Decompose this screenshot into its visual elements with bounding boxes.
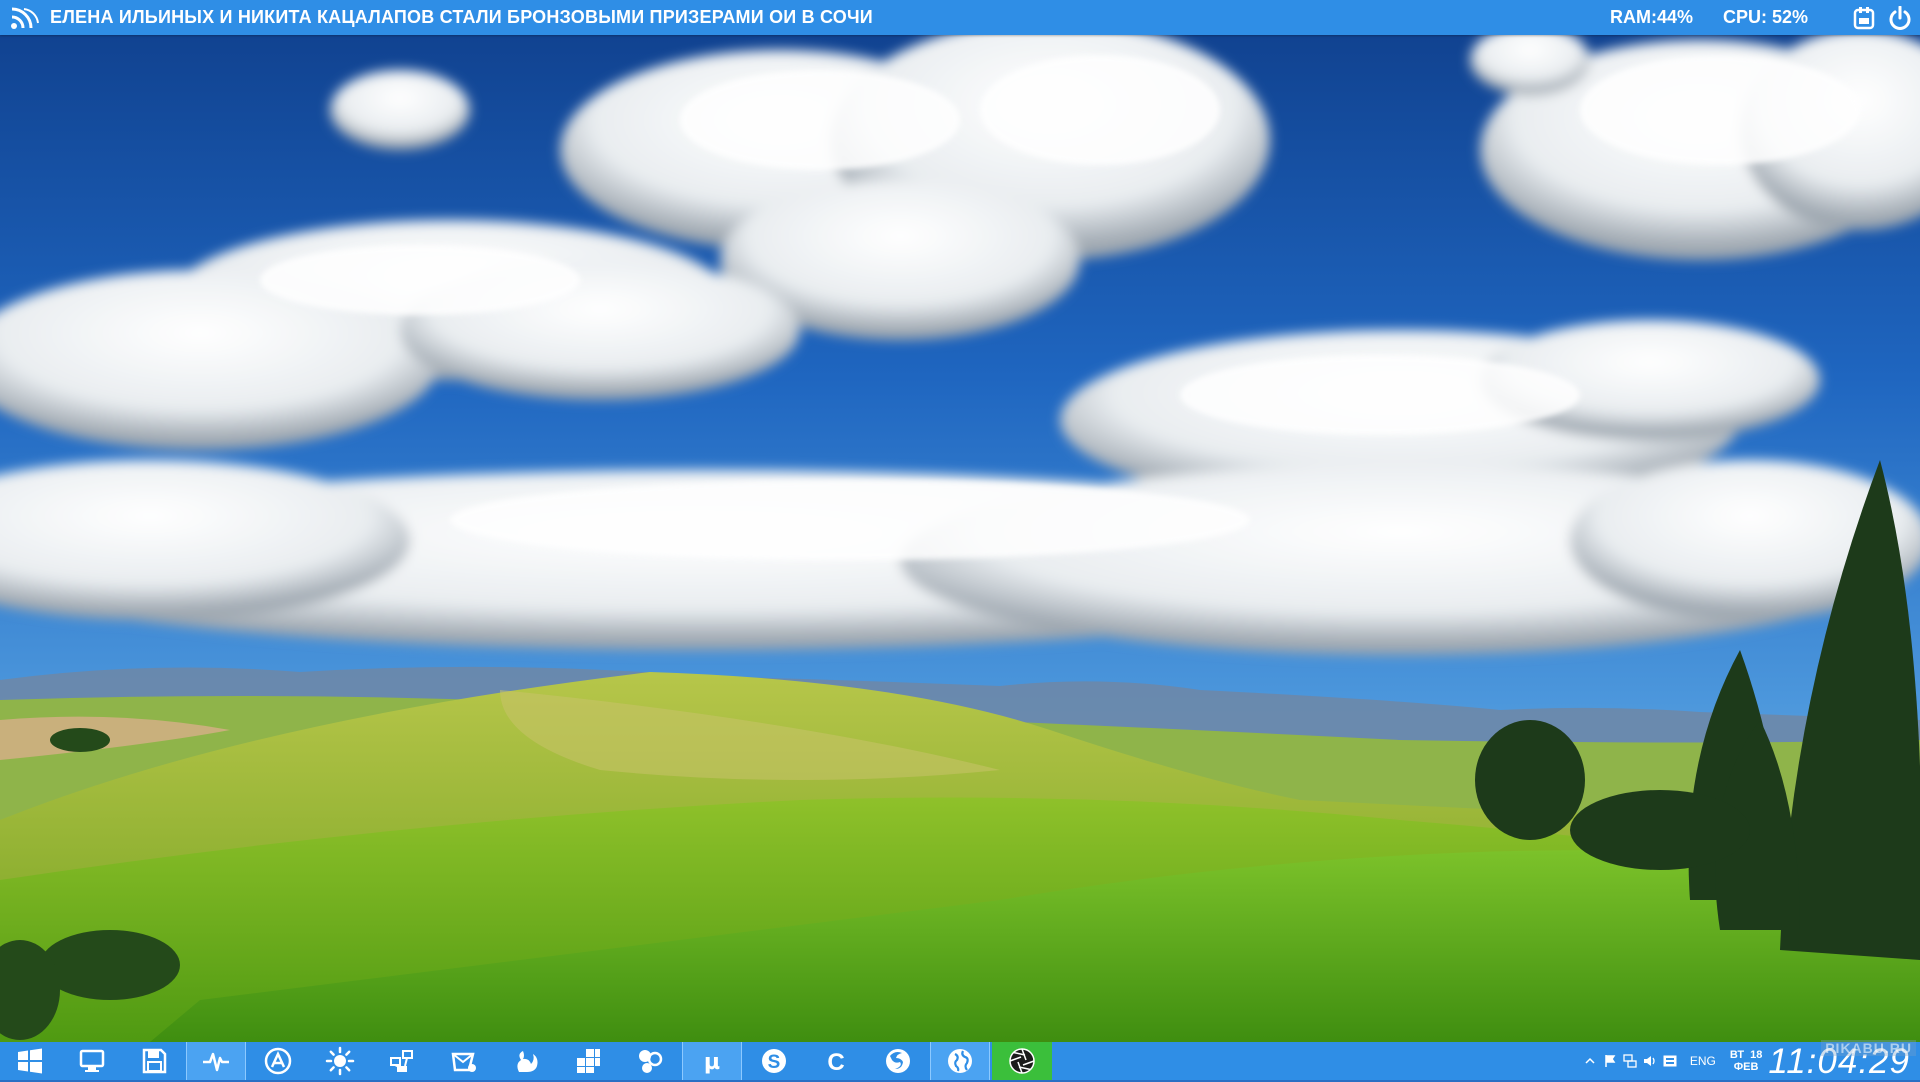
activity-button[interactable] [186,1042,246,1080]
skype-button[interactable]: S [744,1042,804,1080]
day-of-week: ВТ [1729,1049,1745,1061]
desktop-wallpaper [0,0,1920,1080]
skype-icon: S [762,1049,786,1073]
network-icon [390,1050,413,1072]
mail-button[interactable] [434,1042,494,1080]
svg-text:µ: µ [704,1050,720,1075]
calendar-icon[interactable] [1850,4,1878,32]
bubbles-icon [639,1050,663,1073]
date-display[interactable]: ВТ 18 ФЕВ [1730,1049,1763,1073]
svg-text:S: S [768,1052,781,1073]
chevron-up-icon[interactable] [1580,1042,1600,1080]
watermark: PIKABU.RU [1821,1040,1916,1056]
language-indicator[interactable]: ENG [1690,1054,1716,1068]
pulse-icon [203,1052,229,1072]
firefox-button[interactable] [868,1042,928,1080]
c-logo-icon: C [827,1049,844,1076]
cpu-usage: CPU: 52% [1722,7,1808,27]
flag-icon[interactable] [1600,1042,1620,1080]
floppy-disk-icon [142,1048,167,1074]
aperture-icon [1009,1048,1035,1074]
aperture-app-button[interactable] [992,1042,1052,1080]
circle-a-icon [264,1047,292,1075]
computer-button[interactable] [62,1042,122,1080]
firefox-icon [886,1049,910,1073]
month: ФЕВ [1733,1061,1759,1073]
squirrel-app-button[interactable] [496,1042,556,1080]
day-number: 18 [1750,1049,1763,1061]
start-button[interactable] [0,1042,60,1080]
globe-icon [948,1049,972,1073]
puzzle-icon [577,1049,600,1073]
windows-logo-icon [18,1048,42,1074]
appstore-button[interactable] [248,1042,308,1080]
news-headline[interactable]: ЕЛЕНА ИЛЬИНЫХ И НИКИТА КАЦАЛАПОВ СТАЛИ Б… [50,7,873,28]
utorrent-button[interactable]: µ [682,1042,742,1080]
browser-button[interactable] [930,1042,990,1080]
mail-icon [451,1052,476,1072]
top-bar: ЕЛЕНА ИЛЬИНЫХ И НИКИТА КАЦАЛАПОВ СТАЛИ Б… [0,0,1920,35]
c-app-button[interactable]: C [806,1042,866,1080]
sun-icon [325,1046,355,1076]
system-stats: RAM:44% CPU: 52% [1610,0,1808,35]
weather-button[interactable] [310,1042,370,1080]
svg-text:C: C [827,1049,844,1076]
squirrel-icon [517,1051,538,1072]
keyboard-icon[interactable] [1660,1042,1680,1080]
power-icon[interactable] [1886,4,1914,32]
utorrent-icon: µ [704,1050,720,1075]
ram-usage: RAM:44% [1609,7,1693,27]
save-button[interactable] [124,1042,184,1080]
bubbles-app-button[interactable] [620,1042,680,1080]
network-tray-icon[interactable] [1620,1042,1640,1080]
rss-icon[interactable] [8,0,42,35]
monitor-icon [79,1049,105,1072]
puzzle-app-button[interactable] [558,1042,618,1080]
volume-icon[interactable] [1640,1042,1660,1080]
taskbar: µ S C ENG ВТ 18 ФЕВ 11:04:29 [0,1042,1920,1081]
network-button[interactable] [372,1042,432,1080]
